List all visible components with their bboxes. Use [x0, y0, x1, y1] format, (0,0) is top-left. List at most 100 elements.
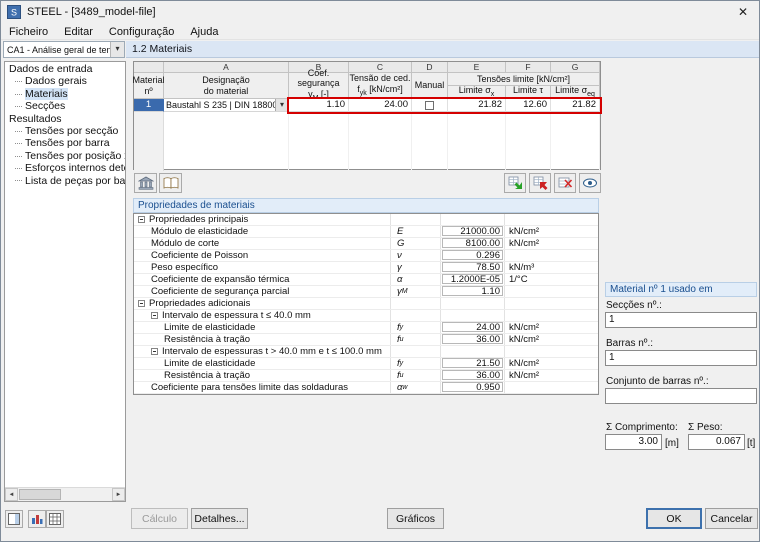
collapse-toggle-icon[interactable] [151, 348, 158, 355]
collapse-toggle-icon[interactable] [151, 312, 158, 319]
property-value[interactable]: 21000.00 [442, 226, 503, 236]
member-sets-value-field[interactable] [605, 388, 757, 404]
property-value[interactable]: 0.296 [442, 250, 503, 260]
menu-ficheiro[interactable]: Ficheiro [1, 23, 56, 39]
total-length-label: Σ Comprimento: [606, 422, 678, 433]
limit-sigma-cell[interactable]: 21.82 [448, 99, 506, 112]
delete-entries-button[interactable] [554, 173, 576, 193]
property-unit [504, 310, 598, 321]
panel-toggle-button[interactable] [5, 510, 23, 528]
property-value[interactable]: 1.10 [442, 286, 503, 296]
property-unit: kN/cm² [504, 226, 598, 237]
header-line: Manual [414, 80, 445, 91]
property-label: Coeficiente de expansão térmica [151, 274, 290, 285]
window-title: STEEL - [3489_model-file] [27, 6, 156, 18]
property-group-row[interactable]: Intervalo de espessuras t > 40.0 mm e t … [134, 346, 598, 358]
scroll-left-button[interactable]: ◄ [5, 488, 18, 501]
panel-toggle-icon [8, 513, 20, 525]
close-button[interactable]: ✕ [727, 1, 759, 23]
nav-item-label: Tensões por barra [25, 137, 110, 150]
property-label: Resistência à tração [164, 370, 251, 381]
property-row[interactable]: Resistência à tração f u 36.00 kN/cm² [134, 370, 598, 382]
property-value[interactable]: 0.950 [442, 382, 503, 392]
tree-connector [15, 180, 22, 182]
properties-grid: Propriedades principais Módulo de elastic… [133, 213, 599, 395]
import-grid-green-arrow-icon [508, 176, 522, 189]
scroll-right-button[interactable]: ► [112, 488, 125, 501]
property-group-row[interactable]: Propriedades adicionais [134, 298, 598, 310]
details-button[interactable]: Detalhes... [191, 508, 248, 529]
ok-button[interactable]: OK [646, 508, 702, 529]
collapse-toggle-icon[interactable] [138, 216, 145, 223]
nav-item-dados-gerais[interactable]: Dados gerais [5, 75, 125, 87]
graphic-window-button[interactable] [28, 510, 46, 528]
collapse-toggle-icon[interactable] [138, 300, 145, 307]
menu-ajuda[interactable]: Ajuda [182, 23, 226, 39]
nav-item-tensoes-por-posicao-x[interactable]: Tensões por posição x [5, 150, 125, 162]
property-value[interactable]: 8100.00 [442, 238, 503, 248]
nav-item-materiais[interactable]: Materiais [5, 87, 125, 101]
nav-section-resultados[interactable]: Resultados [5, 113, 125, 125]
property-value[interactable]: 1.2000E-05 [442, 274, 503, 284]
property-row[interactable]: Módulo de elasticidade E 21000.00 kN/cm² [134, 226, 598, 238]
material-number-cell[interactable]: 1 [134, 99, 164, 112]
property-symbol: fu [390, 334, 440, 345]
scrollbar-thumb[interactable] [19, 489, 61, 500]
property-row[interactable]: Coeficiente de Poisson ν 0.296 [134, 250, 598, 262]
designation-dropdown-arrow-icon[interactable]: ▾ [275, 99, 288, 111]
property-value[interactable]: 36.00 [442, 370, 503, 380]
view-material-button[interactable] [579, 173, 601, 193]
property-label: Módulo de corte [151, 238, 220, 249]
sections-value-field[interactable]: 1 [605, 312, 757, 328]
material-row[interactable]: 1 Baustahl S 235 | DIN 18800-1: ▾ 1.10 2… [134, 99, 600, 112]
calculation-button[interactable]: Cálculo [131, 508, 188, 529]
material-designation-combo[interactable]: Baustahl S 235 | DIN 18800-1: ▾ [164, 99, 289, 112]
limit-tau-cell[interactable]: 12.60 [506, 99, 551, 112]
edit-material-button[interactable] [159, 173, 182, 193]
nav-item-esforcos-internos-determinante[interactable]: Esforços internos determinante [5, 162, 125, 174]
import-from-library-button[interactable] [504, 173, 526, 193]
total-weight-field[interactable]: 0.067 [688, 434, 745, 450]
tables-button[interactable] [46, 510, 64, 528]
property-row[interactable]: Resistência à tração f u 36.00 kN/cm² [134, 334, 598, 346]
export-to-library-button[interactable] [529, 173, 551, 193]
bars-value-field[interactable]: 1 [605, 350, 757, 366]
property-row[interactable]: Módulo de corte G 8100.00 kN/cm² [134, 238, 598, 250]
tree-connector [15, 130, 22, 132]
nav-item-label: Esforços internos determinante [25, 162, 125, 175]
column-header-material-no: Material nº [133, 73, 165, 99]
property-row[interactable]: Coeficiente para tensões limite das sold… [134, 382, 598, 394]
menu-configuracao[interactable]: Configuração [101, 23, 182, 39]
title-bar: S STEEL - [3489_model-file] ✕ [1, 1, 759, 23]
menu-editar[interactable]: Editar [56, 23, 101, 39]
yield-stress-cell[interactable]: 24.00 [349, 99, 412, 112]
manual-checkbox[interactable] [425, 100, 434, 110]
nav-item-tensoes-por-seccao[interactable]: Tensões por secção [5, 125, 125, 137]
design-case-combo[interactable]: CA1 - Análise geral de tensões ▾ [3, 41, 125, 58]
property-value[interactable]: 78.50 [442, 262, 503, 272]
property-row[interactable]: Coeficiente de expansão térmica α 1.2000E-… [134, 274, 598, 286]
nav-section-dados-de-entrada[interactable]: Dados de entrada [5, 63, 125, 75]
material-library-button[interactable] [134, 173, 157, 193]
property-value-empty [440, 214, 504, 225]
property-value[interactable]: 21.50 [442, 358, 503, 368]
tree-connector [15, 105, 22, 107]
property-row[interactable]: Coeficiente de segurança parcial γ M 1.10 [134, 286, 598, 298]
nav-item-lista-de-pecas-por-barra[interactable]: Lista de peças por barra [5, 175, 125, 187]
cancel-button[interactable]: Cancelar [705, 508, 758, 529]
property-group-row[interactable]: Intervalo de espessura t ≤ 40.0 mm [134, 310, 598, 322]
safety-coef-cell[interactable]: 1.10 [289, 99, 349, 112]
property-group-row[interactable]: Propriedades principais [134, 214, 598, 226]
property-value[interactable]: 36.00 [442, 334, 503, 344]
nav-horizontal-scrollbar[interactable]: ◄ ► [5, 487, 125, 501]
nav-item-seccoes[interactable]: Secções [5, 100, 125, 112]
property-row[interactable]: Limite de elasticidade f y 21.50 kN/cm² [134, 358, 598, 370]
graphics-button[interactable]: Gráficos [387, 508, 444, 529]
property-row[interactable]: Limite de elasticidade f y 24.00 kN/cm² [134, 322, 598, 334]
total-length-field[interactable]: 3.00 [605, 434, 662, 450]
property-value[interactable]: 24.00 [442, 322, 503, 332]
combo-dropdown-arrow-icon[interactable]: ▾ [110, 42, 124, 57]
property-row[interactable]: Peso específico γ 78.50 kN/m³ [134, 262, 598, 274]
nav-item-tensoes-por-barra[interactable]: Tensões por barra [5, 137, 125, 149]
limit-sigma-eq-cell[interactable]: 21.82 [551, 99, 600, 112]
